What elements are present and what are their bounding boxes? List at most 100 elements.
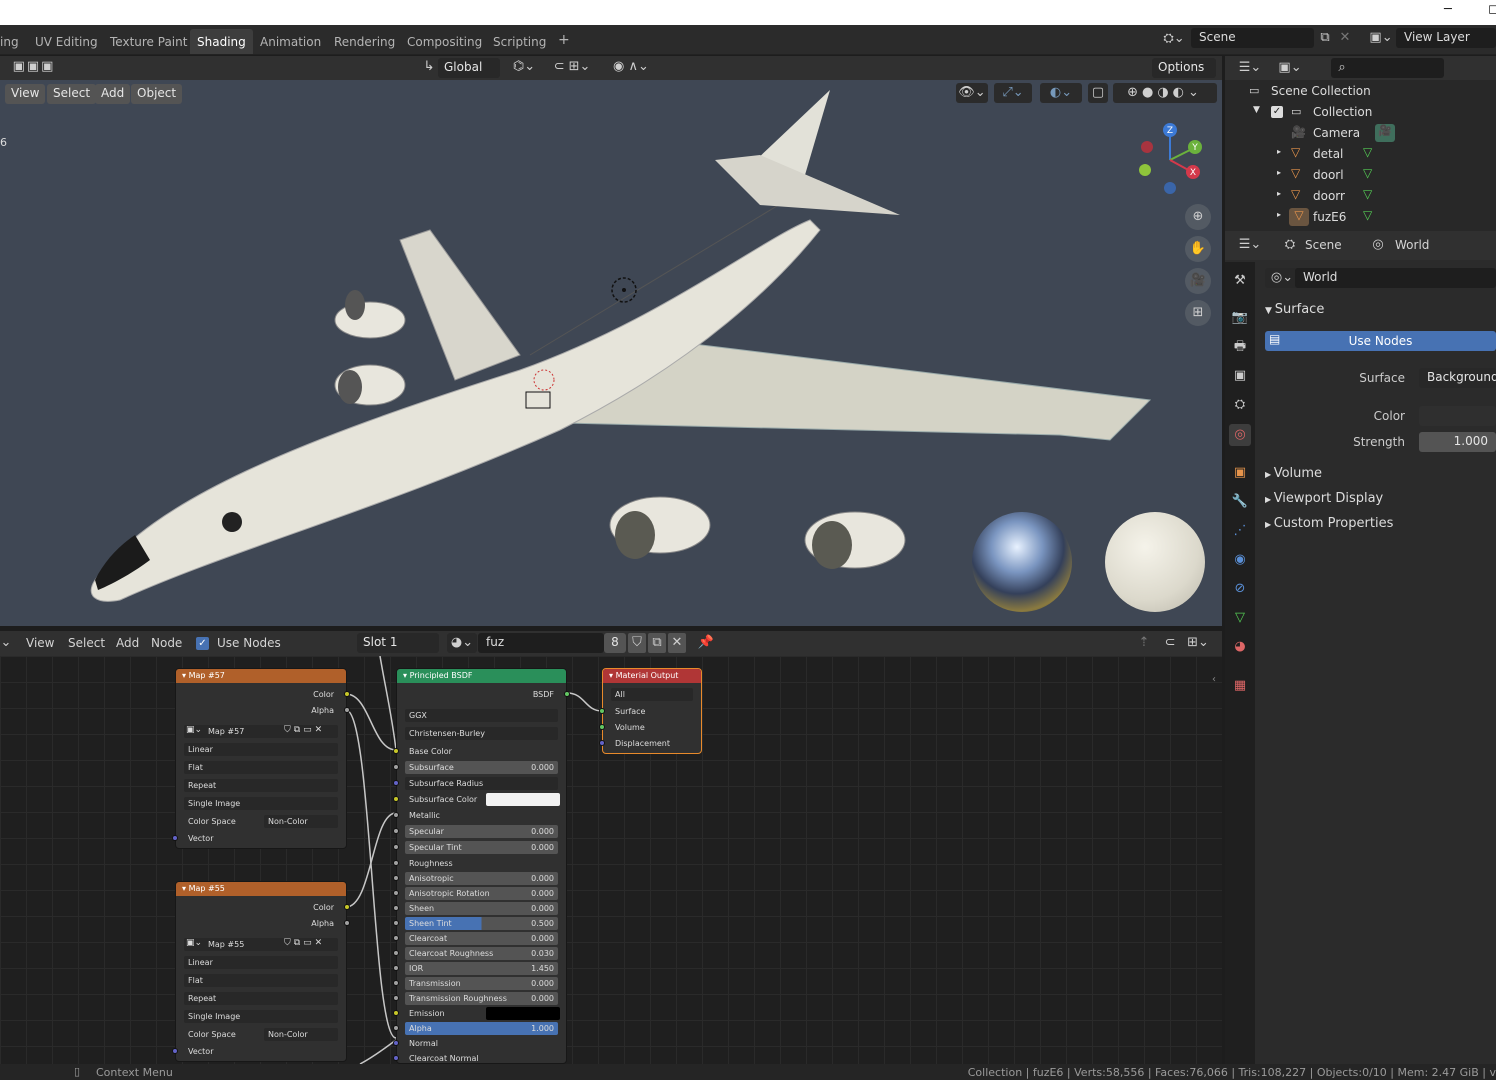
socket-output-color[interactable] <box>344 904 350 910</box>
strength-field[interactable]: 1.000 <box>1419 432 1496 452</box>
socket-input[interactable] <box>393 860 399 866</box>
view-layer-icon[interactable]: ▣⌄ <box>1366 28 1396 48</box>
pin-icon[interactable]: 📌 <box>696 633 716 653</box>
editor-type-icon[interactable]: ⌄ <box>0 633 12 653</box>
render-tab-icon[interactable]: 📷 <box>1229 307 1251 329</box>
transform-orientation-dropdown[interactable]: Global <box>438 58 500 78</box>
node-editor-canvas[interactable]: ‹ ▾ Map #57 Color Alpha Map #57 ▣⌄ ⛉⧉▭✕ … <box>0 656 1222 1064</box>
socket-output-alpha[interactable] <box>344 707 350 713</box>
minimize-button[interactable]: ─ <box>1444 2 1452 17</box>
outliner-row-fuze6[interactable]: ▸ ▽ fuzE6 ▽ <box>1225 207 1496 228</box>
socket-output-bsdf[interactable] <box>564 691 570 697</box>
socket-input[interactable] <box>393 844 399 850</box>
outliner-row-detal[interactable]: ▸ ▽ detal ▽ <box>1225 144 1496 165</box>
bsdf-input-row[interactable]: IOR 1.450 <box>405 962 558 975</box>
bsdf-input-row[interactable]: Subsurface 0.000 <box>405 761 558 774</box>
parent-node-tree-icon[interactable]: ⇡ <box>1134 633 1154 653</box>
tab-rendering[interactable]: Rendering <box>327 29 402 54</box>
options-dropdown[interactable]: Options <box>1152 58 1216 78</box>
proportional-edit-icon[interactable]: ◉ ∧⌄ <box>604 57 658 77</box>
bsdf-input-row[interactable]: Anisotropic 0.000 <box>405 872 558 885</box>
node-header[interactable]: ▾ Map #57 <box>176 669 346 683</box>
menu-add[interactable]: Add <box>116 636 139 650</box>
socket-input[interactable] <box>393 965 399 971</box>
color-space-dropdown[interactable]: Non-Color <box>264 815 338 828</box>
socket-input-surface[interactable] <box>599 708 605 714</box>
snap-target-icon[interactable]: ⊞⌄ <box>1182 633 1214 653</box>
bsdf-input-row[interactable]: Subsurface Radius <box>405 777 558 790</box>
constraints-tab-icon[interactable]: ⊘ <box>1229 578 1251 600</box>
viewport-display-section-header[interactable]: ▶ Viewport Display <box>1265 491 1383 506</box>
bsdf-input-row[interactable]: Clearcoat Roughness 0.030 <box>405 947 558 960</box>
material-tab-icon[interactable]: ◕ <box>1229 636 1251 658</box>
unlink-material-icon[interactable]: ✕ <box>668 633 686 653</box>
extension-dropdown[interactable]: Repeat <box>184 992 338 1005</box>
socket-input[interactable] <box>393 995 399 1001</box>
bsdf-input-row[interactable]: Specular 0.000 <box>405 825 558 838</box>
view-layer-field[interactable]: View Layer <box>1396 28 1496 48</box>
use-nodes-checkbox[interactable]: ✓ <box>196 637 209 650</box>
tool-tab-icon[interactable]: ⚒ <box>1229 270 1251 292</box>
surface-section-header[interactable]: ▼ Surface <box>1265 302 1324 317</box>
editor-type-icon[interactable]: ☰⌄ <box>1235 58 1265 78</box>
bsdf-input-row[interactable]: Clearcoat 0.000 <box>405 932 558 945</box>
tab-animation[interactable]: Animation <box>253 29 328 54</box>
mesh-data-icon[interactable]: ▽ <box>1363 187 1372 201</box>
pivot-point-icon[interactable]: ⌬⌄ <box>508 57 540 77</box>
node-header[interactable]: ▾ Material Output <box>603 669 701 683</box>
outliner-row-scene-collection[interactable]: ▭ Scene Collection <box>1225 81 1496 102</box>
tab-layout[interactable]: ing <box>0 29 26 54</box>
sidebar-toggle-icon[interactable]: ‹ <box>1212 674 1216 685</box>
new-scene-icon[interactable]: ⧉ <box>1316 28 1334 48</box>
fake-user-icon[interactable]: ⛉ <box>628 633 646 653</box>
zoom-icon[interactable]: ⊕ <box>1185 204 1211 230</box>
socket-input[interactable] <box>393 796 399 802</box>
world-name-field[interactable]: World <box>1295 268 1496 288</box>
particles-tab-icon[interactable]: ⋰ <box>1229 520 1251 542</box>
delete-scene-icon[interactable]: ✕ <box>1337 28 1353 48</box>
color-swatch[interactable] <box>486 1007 560 1020</box>
duplicate-material-icon[interactable]: ⧉ <box>648 633 666 653</box>
bsdf-input-row[interactable]: Anisotropic Rotation 0.000 <box>405 887 558 900</box>
surface-shader-dropdown[interactable]: Background <box>1419 368 1496 388</box>
socket-input[interactable] <box>393 748 399 754</box>
menu-node[interactable]: Node <box>151 636 182 650</box>
distribution-dropdown[interactable]: GGX <box>405 709 558 722</box>
snap-icon[interactable]: ⊂ <box>1160 633 1180 653</box>
projection-dropdown[interactable]: Flat <box>184 761 338 774</box>
physics-tab-icon[interactable]: ◉ <box>1229 549 1251 571</box>
tab-scripting[interactable]: Scripting <box>486 29 553 54</box>
bsdf-input-row[interactable]: Specular Tint 0.000 <box>405 841 558 854</box>
source-dropdown[interactable]: Single Image <box>184 1010 338 1023</box>
color-swatch[interactable] <box>486 793 560 806</box>
image-texture-node-map55[interactable]: ▾ Map #55 Color Alpha Map #55 ▣⌄ ⛉⧉▭✕ Li… <box>172 881 350 1062</box>
modifier-tab-icon[interactable]: 🔧 <box>1229 491 1251 513</box>
outliner-row-camera[interactable]: 🎥 Camera 🎥 <box>1225 123 1496 144</box>
add-workspace-button[interactable]: + <box>551 29 577 54</box>
socket-input-vector[interactable] <box>172 835 178 841</box>
mesh-data-icon[interactable]: ▽ <box>1363 208 1372 222</box>
source-dropdown[interactable]: Single Image <box>184 797 338 810</box>
camera-data-icon[interactable]: 🎥 <box>1375 124 1395 142</box>
menu-select[interactable]: Select <box>68 636 105 650</box>
expand-arrow-icon[interactable]: ▸ <box>1277 210 1281 219</box>
volume-section-header[interactable]: ▶ Volume <box>1265 466 1322 481</box>
projection-dropdown[interactable]: Flat <box>184 974 338 987</box>
maximize-button[interactable]: ◻ <box>1488 2 1496 17</box>
node-header[interactable]: ▾ Map #55 <box>176 882 346 896</box>
tab-texture-paint[interactable]: Texture Paint <box>103 29 194 54</box>
material-browse-icon[interactable]: ◕⌄ <box>447 633 477 653</box>
bsdf-input-row[interactable]: Transmission Roughness 0.000 <box>405 992 558 1005</box>
tab-shading[interactable]: Shading <box>190 29 253 54</box>
world-browse-icon[interactable]: ◎⌄ <box>1265 268 1299 288</box>
camera-view-icon[interactable]: 🎥 <box>1185 268 1211 294</box>
world-color-swatch[interactable] <box>1419 406 1496 426</box>
tab-compositing[interactable]: Compositing <box>400 29 489 54</box>
mesh-data-icon[interactable]: ▽ <box>1363 166 1372 180</box>
image-browse-icon[interactable]: ▣⌄ <box>186 725 202 735</box>
select-mode-icons[interactable]: ▣▣▣ <box>2 57 66 77</box>
scene-tab-icon[interactable]: ⛭ <box>1229 394 1251 416</box>
snapping-icon[interactable]: ⊂ ⊞⌄ <box>545 57 599 77</box>
image-action-icons[interactable]: ⛉⧉▭✕ <box>284 938 325 948</box>
collection-checkbox[interactable]: ✓ <box>1271 106 1283 118</box>
